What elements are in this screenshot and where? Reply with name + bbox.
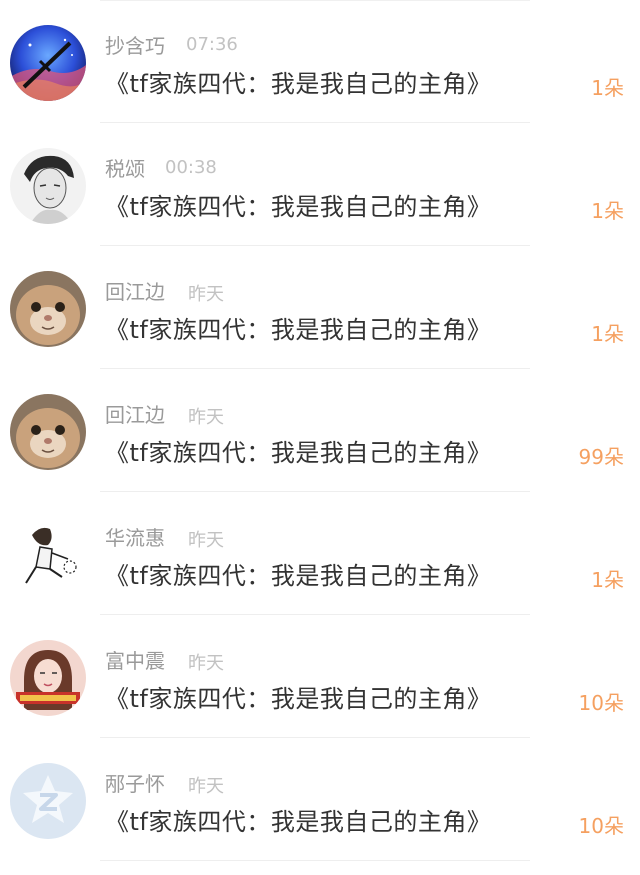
sketch-portrait-icon [10, 148, 86, 224]
work-title[interactable]: 《tf家族四代：我是我自己的主角》 [105, 310, 491, 345]
avatar[interactable] [10, 640, 86, 716]
list-item[interactable]: 邴子怀 昨天 《tf家族四代：我是我自己的主角》 10朵 [0, 738, 640, 861]
work-title[interactable]: 《tf家族四代：我是我自己的主角》 [105, 679, 491, 714]
list-item[interactable]: 税颂 00:38 《tf家族四代：我是我自己的主角》 1朵 [0, 123, 640, 246]
cat-photo-icon [10, 271, 86, 347]
list-item[interactable]: 抄含巧 07:36 《tf家族四代：我是我自己的主角》 1朵 [0, 0, 640, 123]
flower-count: 10朵 [578, 691, 624, 715]
flower-count: 1朵 [591, 76, 624, 100]
cat-photo-icon [10, 394, 86, 470]
flower-count: 99朵 [578, 445, 624, 469]
work-title[interactable]: 《tf家族四代：我是我自己的主角》 [105, 802, 491, 837]
user-name[interactable]: 富中震 [105, 645, 165, 674]
default-logo-icon [10, 763, 86, 839]
timestamp: 00:38 [165, 157, 217, 178]
work-title[interactable]: 《tf家族四代：我是我自己的主角》 [105, 187, 491, 222]
flower-count: 1朵 [591, 568, 624, 592]
user-name[interactable]: 抄含巧 [105, 30, 165, 59]
divider [100, 860, 530, 861]
flower-record-list: 抄含巧 07:36 《tf家族四代：我是我自己的主角》 1朵 税颂 00:38 … [0, 0, 640, 861]
space-icon [10, 25, 86, 101]
avatar[interactable] [10, 148, 86, 224]
list-item[interactable]: 回江边 昨天 《tf家族四代：我是我自己的主角》 99朵 [0, 369, 640, 492]
flower-count: 1朵 [591, 322, 624, 346]
list-item[interactable]: 华流惠 昨天 《tf家族四代：我是我自己的主角》 1朵 [0, 492, 640, 615]
timestamp: 07:36 [186, 34, 238, 55]
timestamp: 昨天 [188, 530, 224, 551]
work-title[interactable]: 《tf家族四代：我是我自己的主角》 [105, 556, 491, 591]
timestamp: 昨天 [188, 653, 224, 674]
timestamp: 昨天 [188, 284, 224, 305]
user-name[interactable]: 回江边 [105, 399, 165, 428]
list-item[interactable]: 富中震 昨天 《tf家族四代：我是我自己的主角》 10朵 [0, 615, 640, 738]
flower-count: 10朵 [578, 814, 624, 838]
avatar[interactable] [10, 517, 86, 593]
girl-photo-icon [10, 640, 86, 716]
user-name[interactable]: 华流惠 [105, 522, 165, 551]
avatar[interactable] [10, 763, 86, 839]
avatar[interactable] [10, 271, 86, 347]
user-name[interactable]: 税颂 [105, 153, 145, 182]
list-item[interactable]: 回江边 昨天 《tf家族四代：我是我自己的主角》 1朵 [0, 246, 640, 369]
work-title[interactable]: 《tf家族四代：我是我自己的主角》 [105, 64, 491, 99]
timestamp: 昨天 [188, 407, 224, 428]
avatar[interactable] [10, 394, 86, 470]
flower-count: 1朵 [591, 199, 624, 223]
timestamp: 昨天 [188, 776, 224, 797]
avatar[interactable] [10, 25, 86, 101]
work-title[interactable]: 《tf家族四代：我是我自己的主角》 [105, 433, 491, 468]
user-name[interactable]: 邴子怀 [105, 768, 165, 797]
sketch-figure-icon [10, 517, 86, 593]
user-name[interactable]: 回江边 [105, 276, 165, 305]
